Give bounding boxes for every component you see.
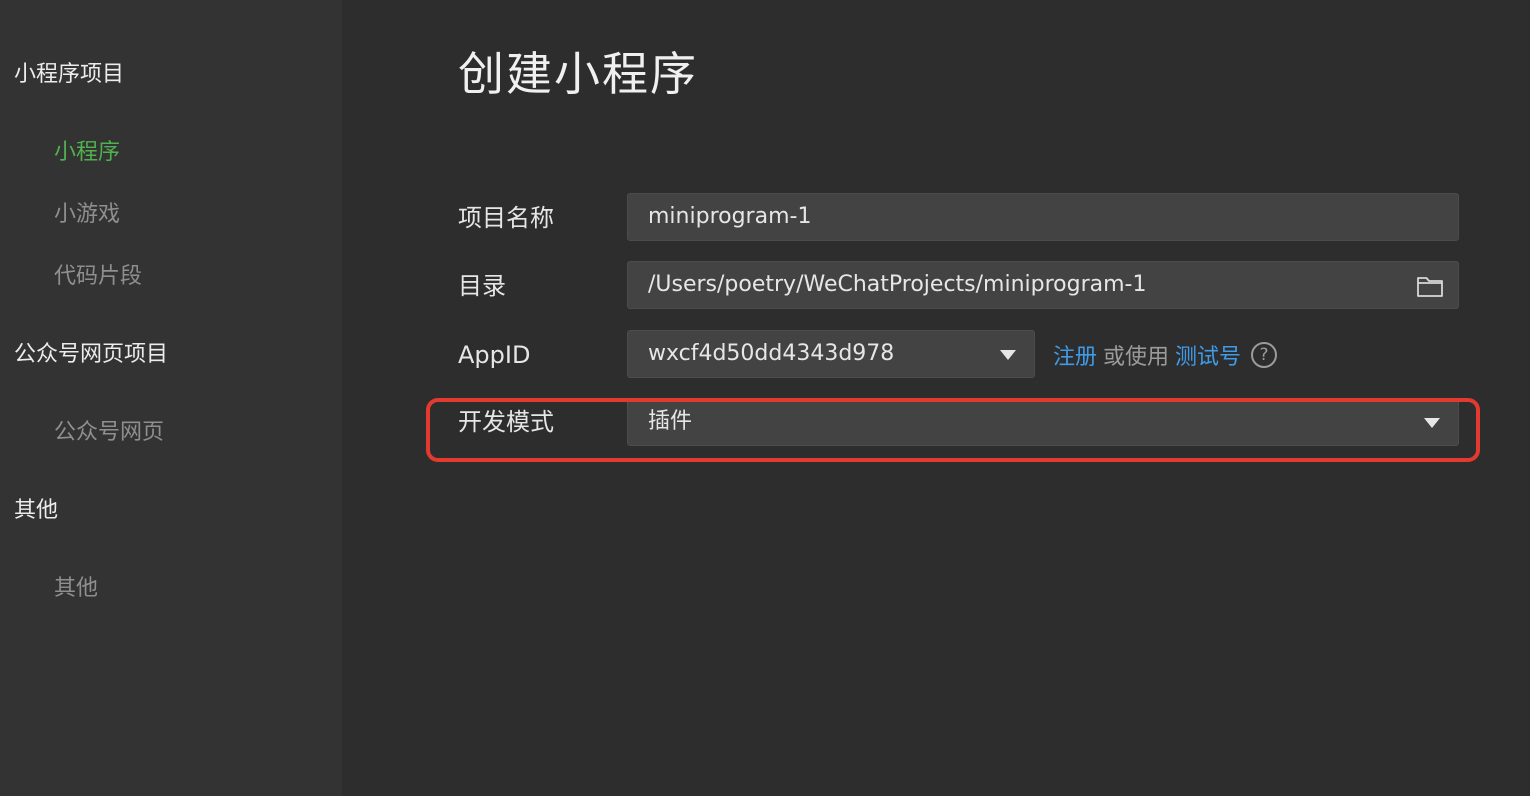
sidebar-item-code-snippet[interactable]: 代码片段 bbox=[54, 262, 142, 292]
appid-links: 注册 或使用 测试号 ? bbox=[1053, 336, 1278, 374]
sidebar-item-minigame[interactable]: 小游戏 bbox=[54, 200, 120, 230]
test-account-link[interactable]: 测试号 bbox=[1175, 339, 1241, 371]
chevron-down-icon bbox=[1424, 418, 1440, 428]
appid-select[interactable]: wxcf4d50dd4343d978 bbox=[627, 330, 1035, 378]
directory-label: 目录 bbox=[458, 272, 506, 300]
appid-value: wxcf4d50dd4343d978 bbox=[648, 341, 895, 366]
create-miniprogram-window: 小程序项目 小程序 小游戏 代码片段 公众号网页项目 公众号网页 其他 其他 创… bbox=[0, 0, 1530, 796]
or-use-text: 或使用 bbox=[1103, 345, 1170, 370]
help-icon[interactable]: ? bbox=[1251, 342, 1278, 368]
folder-icon[interactable] bbox=[1416, 274, 1444, 298]
dev-mode-label: 开发模式 bbox=[458, 408, 554, 436]
directory-input[interactable]: /Users/poetry/WeChatProjects/miniprogram… bbox=[627, 261, 1459, 309]
register-link[interactable]: 注册 bbox=[1053, 339, 1097, 371]
project-name-value: miniprogram-1 bbox=[648, 204, 812, 229]
directory-value: /Users/poetry/WeChatProjects/miniprogram… bbox=[648, 272, 1147, 297]
main-panel: 创建小程序 项目名称 miniprogram-1 目录 /Users/poetr… bbox=[342, 0, 1530, 796]
project-name-input[interactable]: miniprogram-1 bbox=[627, 193, 1459, 241]
dev-mode-value: 插件 bbox=[648, 409, 693, 434]
sidebar: 小程序项目 小程序 小游戏 代码片段 公众号网页项目 公众号网页 其他 其他 bbox=[0, 0, 342, 796]
sidebar-item-other[interactable]: 其他 bbox=[54, 574, 98, 604]
appid-label: AppID bbox=[458, 341, 531, 369]
sidebar-group-miniprogram-projects: 小程序项目 bbox=[14, 62, 125, 87]
sidebar-item-official-account-webpage[interactable]: 公众号网页 bbox=[54, 418, 164, 448]
sidebar-group-official-account-projects: 公众号网页项目 bbox=[14, 342, 169, 367]
sidebar-item-miniprogram[interactable]: 小程序 bbox=[54, 138, 120, 168]
dev-mode-select[interactable]: 插件 bbox=[627, 398, 1459, 446]
sidebar-group-other: 其他 bbox=[14, 498, 59, 523]
chevron-down-icon bbox=[1000, 350, 1016, 360]
page-title: 创建小程序 bbox=[458, 47, 698, 101]
project-name-label: 项目名称 bbox=[458, 204, 554, 232]
